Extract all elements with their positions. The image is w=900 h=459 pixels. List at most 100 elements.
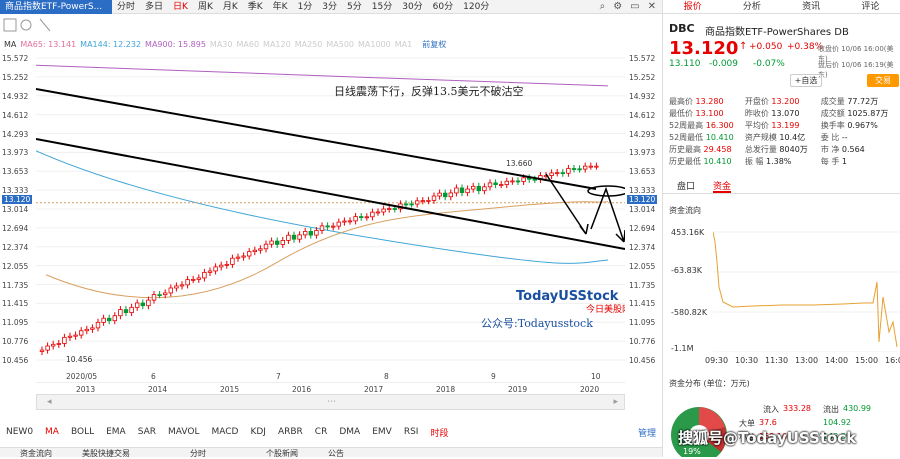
right-tick: 13.014: [629, 205, 656, 214]
last-price: 13.120: [669, 38, 739, 59]
indicator-1[interactable]: MA: [39, 427, 65, 437]
bottom-tab-0[interactable]: 资金流向: [20, 448, 52, 458]
adjust-mode[interactable]: 前复权: [422, 39, 446, 50]
sub-tab-0[interactable]: 盘口: [677, 180, 695, 193]
search-icon[interactable]: ⌕: [600, 1, 606, 12]
right-tick: 12.374: [629, 242, 656, 252]
bottom-tab-6[interactable]: 公告: [328, 448, 344, 458]
ma-item-6[interactable]: MA250: [295, 40, 323, 49]
period-0[interactable]: 分时: [112, 0, 140, 14]
layout-icon[interactable]: ▭: [630, 1, 639, 12]
candlestick-chart[interactable]: 日线震荡下行，反弹13.5美元不破沽空 13.660 10.456 TodayUSSt…: [36, 54, 625, 370]
quote-cell: 历史最高 29.458: [669, 144, 745, 156]
ma-item-8[interactable]: MA1000: [358, 40, 391, 49]
candle-body: [493, 182, 498, 186]
candle-body: [555, 172, 560, 175]
add-watchlist-button[interactable]: +自选: [790, 74, 822, 87]
ma-label[interactable]: MA: [4, 40, 16, 49]
settings-icon[interactable]: ⚙: [613, 1, 622, 12]
quote-cell: 振 幅 1.38%: [745, 156, 821, 168]
indicator-10[interactable]: DMA: [333, 427, 366, 437]
candle-body: [174, 285, 179, 289]
scroll-left-icon[interactable]: ◂: [47, 397, 52, 407]
indicator-4[interactable]: SAR: [132, 427, 162, 437]
zoom-icon[interactable]: [20, 19, 32, 31]
period-9[interactable]: 5分: [342, 0, 367, 14]
ma-item-3[interactable]: MA30: [210, 40, 233, 49]
ma-item-5[interactable]: MA120: [263, 40, 291, 49]
ma-item-2[interactable]: MA900: 15.895: [145, 40, 206, 49]
trade-button[interactable]: 交易: [867, 74, 899, 87]
candle-body: [470, 185, 476, 190]
ma-item-1[interactable]: MA144: 12.232: [80, 40, 141, 49]
period-4[interactable]: 月K: [218, 0, 243, 14]
period-3[interactable]: 周K: [193, 0, 218, 14]
period-6[interactable]: 年K: [268, 0, 293, 14]
left-price-axis: 15.572 15.252 14.932 14.612 14.293 13.973 13.6…: [0, 54, 36, 370]
indicator-5[interactable]: MAVOL: [162, 427, 205, 437]
quote-row: 52周最高 16.300 平均价 13.199 换手率 0.967%: [669, 120, 899, 132]
quote-cell: 资产规模 10.4亿: [745, 132, 821, 144]
ma-item-7[interactable]: MA500: [326, 40, 354, 49]
scroll-right-icon[interactable]: ▸: [613, 397, 618, 407]
trendline-lower: [36, 138, 625, 250]
indicator-8[interactable]: ARBR: [272, 427, 309, 437]
period-10[interactable]: 15分: [367, 0, 397, 14]
right-tick: 14.293: [629, 129, 656, 139]
quote-value: 10.410: [701, 157, 732, 166]
ma-item-4[interactable]: MA60: [236, 40, 259, 49]
arrow-reversal-icon: [590, 186, 625, 243]
quote-key: 最低价: [669, 109, 693, 118]
period-1[interactable]: 多日: [140, 0, 168, 14]
manage-indicators-button[interactable]: 管理: [632, 426, 662, 439]
indicator-11[interactable]: EMV: [366, 427, 398, 437]
high-label: 13.660: [506, 159, 532, 168]
indicator-0[interactable]: NEW0: [0, 427, 39, 437]
quote-cell: 开盘价 13.200: [745, 96, 821, 108]
ma-item-9[interactable]: MA1: [395, 40, 412, 49]
period-7[interactable]: 1分: [293, 0, 318, 14]
quote-tab-2[interactable]: 资讯: [802, 0, 820, 13]
candle-body: [157, 294, 162, 296]
bottom-tab-1[interactable]: 美股快捷交易: [82, 448, 130, 458]
quote-value: 29.458: [701, 145, 732, 154]
period-13[interactable]: 120分: [458, 0, 494, 14]
indicator-12[interactable]: RSI: [398, 427, 425, 437]
period-11[interactable]: 30分: [397, 0, 427, 14]
lock-icon[interactable]: [3, 18, 17, 32]
ma-item-0[interactable]: MA65: 13.141: [20, 40, 76, 49]
flow-chart: [713, 231, 899, 352]
indicator-7[interactable]: KDJ: [244, 427, 272, 437]
sub-tab-1[interactable]: 资金: [713, 180, 732, 193]
scroll-handle-icon[interactable]: ⋯: [327, 397, 336, 407]
indicator-9[interactable]: CR: [309, 427, 334, 437]
indicator-2[interactable]: BOLL: [65, 427, 100, 437]
flow-time: 14:00: [825, 356, 849, 365]
bottom-tab-5[interactable]: 个股新闻: [266, 448, 298, 458]
right-tick: 12.055: [629, 261, 656, 271]
quote-cell: 52周最高 16.300: [669, 120, 745, 132]
indicator-6[interactable]: MACD: [205, 427, 244, 437]
close-icon[interactable]: ✕: [648, 1, 656, 12]
quote-tab-3[interactable]: 评论: [861, 0, 879, 13]
period-5[interactable]: 季K: [243, 0, 268, 14]
indicator-13[interactable]: 时段: [424, 426, 454, 439]
period-8[interactable]: 3分: [317, 0, 342, 14]
candle-body: [45, 345, 50, 351]
line-tool-icon[interactable]: [39, 18, 51, 32]
quote-tab-0[interactable]: 报价: [684, 0, 702, 13]
candle-body: [532, 178, 537, 181]
period-12[interactable]: 60分: [428, 0, 458, 14]
candle-body: [358, 216, 364, 218]
tab-title[interactable]: 商品指数ETF-PowerS...: [0, 0, 112, 14]
candle-body: [308, 231, 313, 236]
quote-tab-1[interactable]: 分析: [743, 0, 761, 13]
candle-body: [163, 292, 168, 296]
period-2[interactable]: 日K: [168, 0, 193, 14]
flow-time: 10:30: [735, 356, 759, 365]
bottom-tab-3[interactable]: 分时: [190, 448, 206, 458]
x-axis-dates: 2020/05 6 7 8 9 10: [36, 370, 625, 382]
candle-body: [403, 203, 409, 206]
chart-scrollbar[interactable]: ◂ ⋯ ▸: [36, 394, 625, 410]
indicator-3[interactable]: EMA: [100, 427, 132, 437]
